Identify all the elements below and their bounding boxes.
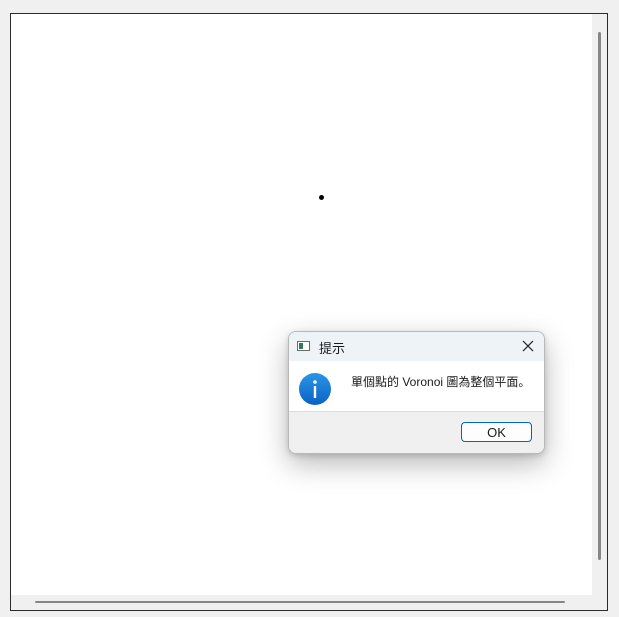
- ok-button[interactable]: OK: [461, 422, 532, 442]
- plot-frame: [10, 13, 608, 611]
- vertical-scrollbar-thumb[interactable]: [598, 32, 601, 560]
- info-icon: [299, 373, 331, 405]
- dialog-body: 單個點的 Voronoi 圖為整個平面。: [289, 361, 544, 411]
- app-window-icon: [297, 341, 310, 351]
- dialog-message: 單個點的 Voronoi 圖為整個平面。: [351, 375, 531, 389]
- vertical-scrollbar[interactable]: [592, 14, 607, 596]
- dialog-titlebar[interactable]: 提示: [289, 332, 544, 361]
- voronoi-site-point: [319, 195, 324, 200]
- message-dialog: 提示 單個點的 Voronoi 圖為整個平面。 OK: [288, 331, 545, 454]
- dialog-footer: OK: [289, 411, 544, 453]
- scrollbar-corner: [592, 595, 607, 610]
- voronoi-canvas[interactable]: [11, 14, 593, 596]
- horizontal-scrollbar[interactable]: [11, 595, 593, 610]
- dialog-title: 提示: [319, 341, 346, 356]
- horizontal-scrollbar-thumb[interactable]: [35, 601, 565, 603]
- close-icon: [522, 340, 534, 352]
- close-button[interactable]: [512, 332, 544, 361]
